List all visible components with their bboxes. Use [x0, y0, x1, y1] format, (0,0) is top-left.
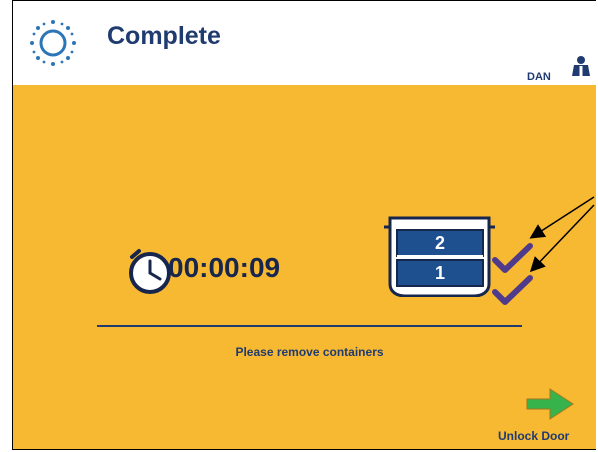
container-slot-2-label: 2 — [435, 233, 445, 253]
containers-icon: 2 1 — [384, 216, 495, 297]
frame-border-bottom — [12, 449, 596, 450]
completion-panel: 00:00:09 2 1 Please remove containers Un… — [12, 85, 596, 450]
unlock-door-label: Unlock Door — [498, 429, 570, 443]
instruction-message: Please remove containers — [235, 345, 384, 359]
container-slot-1-label: 1 — [435, 263, 445, 283]
header: Complete DAN — [12, 0, 596, 85]
divider — [97, 325, 522, 327]
unlock-door-button[interactable]: Unlock Door — [492, 375, 596, 450]
frame-border-left — [12, 0, 13, 450]
page-title: Complete — [107, 22, 221, 50]
app-window: Complete DAN 00:00:09 2 1 Please remove … — [12, 0, 596, 450]
checkmark-icon — [492, 243, 533, 273]
person-icon — [572, 56, 590, 78]
sun-status-icon — [30, 20, 76, 66]
user-name: DAN — [527, 71, 551, 83]
green-arrow-right-icon — [526, 388, 574, 420]
frame-border-top — [12, 0, 596, 1]
checkmark-icon — [492, 275, 533, 305]
timer-display: 00:00:09 — [168, 252, 281, 283]
